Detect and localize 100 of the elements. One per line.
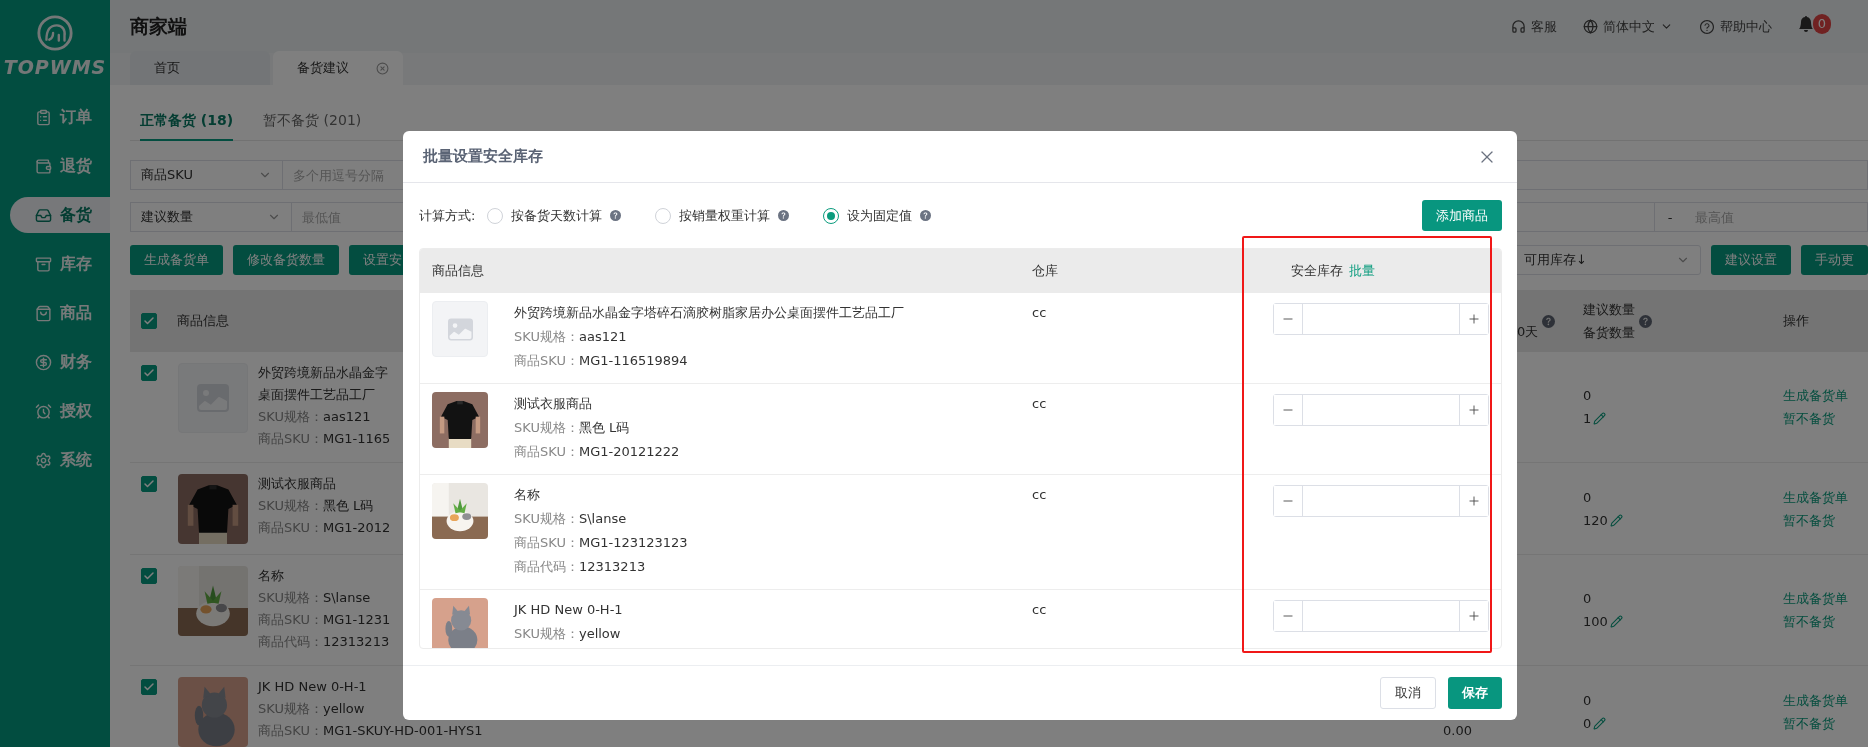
help-icon	[1639, 314, 1652, 328]
product-detail: SKU规格：yellow	[514, 625, 621, 643]
check-icon	[143, 367, 155, 379]
sidebar-item[interactable]: 财务	[10, 344, 110, 380]
quantity-stepper[interactable]	[1273, 485, 1489, 517]
sidebar-item[interactable]: 库存	[10, 246, 110, 282]
field-select[interactable]: 建议数量	[130, 202, 292, 232]
dialog-title: 批量设置安全库存	[423, 147, 543, 166]
plus-icon	[1467, 312, 1481, 326]
add-product-button[interactable]: 添加商品	[1422, 200, 1502, 231]
product-detail: SKU规格：S\lanse	[258, 589, 371, 607]
row-checkbox[interactable]	[141, 365, 157, 381]
archive-icon	[35, 255, 52, 273]
select-all-checkbox[interactable]	[141, 313, 157, 329]
product-name: 名称	[258, 567, 284, 585]
help-icon	[1699, 18, 1715, 35]
quantity-field[interactable]	[1302, 304, 1460, 334]
image-icon	[447, 316, 473, 342]
stock-quantity: 1	[1583, 410, 1592, 428]
column-header: 仓库	[1032, 262, 1059, 280]
quantity-stepper[interactable]	[1273, 600, 1489, 632]
method-label: 计算方式:	[419, 206, 476, 225]
row-checkbox[interactable]	[141, 568, 157, 584]
action-link[interactable]: 暂不备货	[1783, 407, 1868, 430]
radio-label[interactable]: 按销量权重计算	[679, 206, 771, 225]
header-link[interactable]: 帮助中心	[1699, 17, 1772, 36]
page-tab[interactable]: 备货建议	[273, 51, 403, 85]
pencil-icon[interactable]	[1593, 716, 1607, 730]
quantity-field[interactable]	[1302, 601, 1460, 631]
app-title: 商家端	[130, 13, 187, 39]
action-link[interactable]: 生成备货单	[1783, 688, 1868, 712]
cancel-button[interactable]: 取消	[1380, 677, 1436, 709]
table-cell: 0.00	[1443, 723, 1472, 738]
toolbar-button[interactable]: 修改备货数量	[233, 245, 339, 275]
pencil-icon[interactable]	[1593, 412, 1607, 425]
sidebar-item[interactable]: 订单	[10, 99, 110, 135]
column-header: 建议数量	[1583, 301, 1635, 319]
plus-icon	[1467, 609, 1481, 623]
product-detail: 商品代码：12313213	[514, 558, 646, 576]
sidebar-item[interactable]: 系统	[10, 442, 110, 478]
globe-icon	[1583, 19, 1598, 34]
product-name: 名称	[514, 486, 540, 504]
action-link[interactable]: 生成备货单	[1783, 587, 1868, 610]
product-detail: 商品SKU：MG1-123123123	[514, 534, 688, 552]
action-link[interactable]: 暂不备货	[1783, 610, 1868, 633]
quantity-stepper[interactable]	[1273, 303, 1489, 335]
row-checkbox[interactable]	[141, 476, 157, 492]
warehouse: cc	[1032, 395, 1048, 413]
toolbar-button[interactable]: 建议设置	[1711, 245, 1791, 275]
column-header: 商品信息	[177, 312, 229, 330]
header-link[interactable]: 客服	[1511, 17, 1557, 36]
plus-icon	[1467, 403, 1481, 417]
quantity-field[interactable]	[1302, 395, 1460, 425]
sidebar-item[interactable]: 退货	[10, 148, 110, 184]
product-detail: 商品SKU：MG1-116519894	[514, 352, 688, 370]
action-link[interactable]: 生成备货单	[1783, 384, 1868, 407]
help-icon	[1542, 314, 1556, 328]
sidebar-item[interactable]: 授权	[10, 393, 110, 429]
help-icon	[610, 210, 622, 221]
headset-icon	[1511, 19, 1526, 34]
quantity-field[interactable]	[1302, 486, 1460, 516]
toolbar-button[interactable]: 手动更	[1801, 245, 1868, 275]
product-name: 测试衣服商品	[258, 475, 336, 493]
warehouse: cc	[1032, 486, 1048, 504]
check-icon	[143, 478, 155, 490]
column-header: 安全库存	[1291, 262, 1343, 280]
pencil-icon[interactable]	[1609, 615, 1623, 628]
batch-link[interactable]: 批量	[1349, 262, 1375, 280]
product-detail: 商品SKU：MG1-1231	[258, 611, 391, 629]
header-link[interactable]: 简体中文	[1583, 17, 1673, 36]
settings-icon	[35, 451, 52, 469]
stock-quantity: 0	[1583, 714, 1592, 733]
sidebar-item[interactable]: 商品	[10, 295, 110, 331]
page-tab[interactable]: 首页	[130, 51, 270, 85]
radio-button[interactable]	[823, 207, 840, 224]
field-select[interactable]: 商品SKU	[130, 160, 283, 190]
logo-text: TOPWMS	[3, 56, 107, 78]
pencil-icon[interactable]	[1609, 513, 1623, 527]
status-tab[interactable]: 正常备货 (18)	[140, 103, 234, 141]
radio-label[interactable]: 设为固定值	[847, 206, 913, 225]
action-link[interactable]: 暂不备货	[1783, 508, 1868, 532]
toolbar-button[interactable]: 生成备货单	[130, 245, 223, 275]
bell-icon[interactable]	[1798, 15, 1814, 32]
row-checkbox[interactable]	[141, 679, 157, 695]
quantity-stepper[interactable]	[1273, 394, 1489, 426]
status-tab[interactable]: 暂不备货 (201)	[263, 103, 362, 141]
help-icon	[920, 210, 932, 221]
product-name: 桌面摆件工艺品工厂	[258, 386, 375, 404]
plus-icon	[1467, 494, 1481, 508]
close-icon[interactable]	[376, 61, 389, 75]
check-icon	[143, 315, 155, 327]
radio-label[interactable]: 按备货天数计算	[511, 206, 603, 225]
product-detail: 商品SKU：MG1-2012	[258, 519, 391, 537]
product-detail: 商品SKU：MG1-20121222	[514, 443, 680, 461]
action-link[interactable]: 生成备货单	[1783, 485, 1868, 509]
check-icon	[143, 681, 155, 693]
save-button[interactable]: 保存	[1448, 677, 1502, 709]
action-link[interactable]: 暂不备货	[1783, 711, 1868, 735]
suggested-quantity: 0	[1583, 590, 1593, 608]
sidebar-item[interactable]: 备货	[10, 197, 110, 233]
